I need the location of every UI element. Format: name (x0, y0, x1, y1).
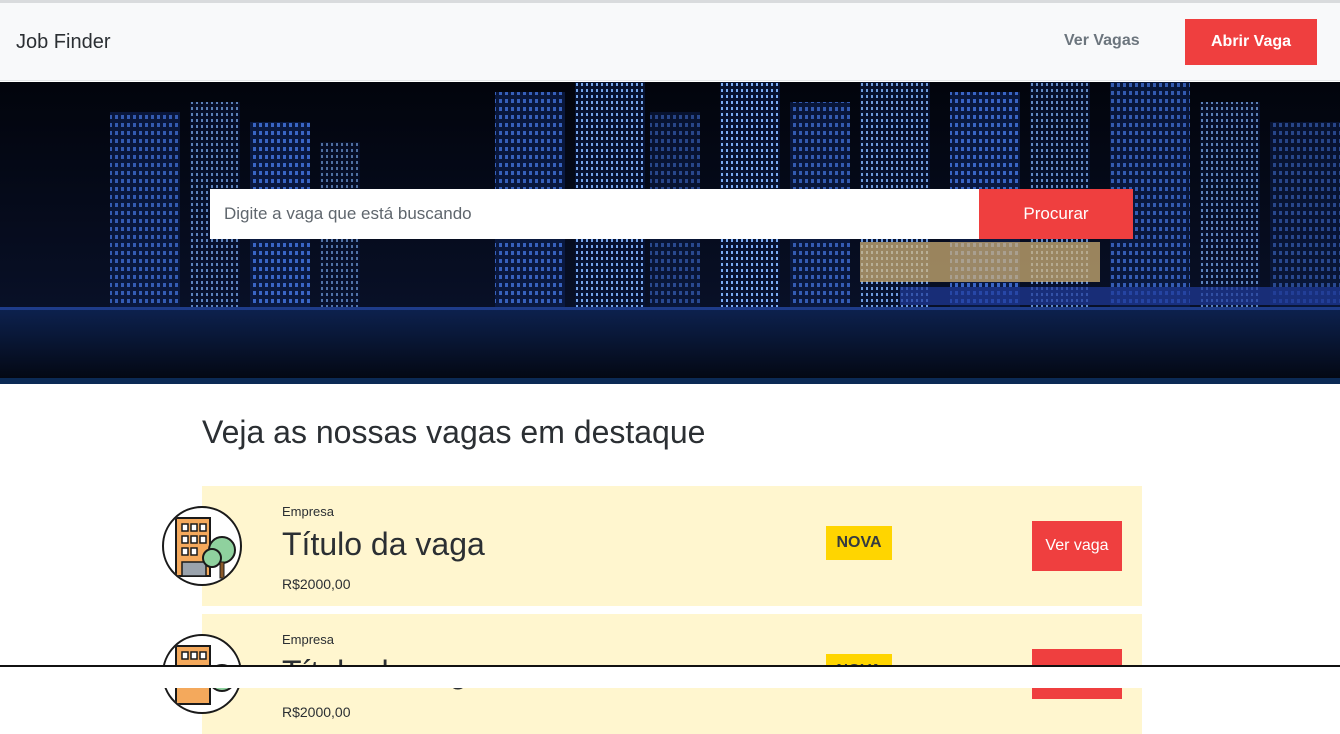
job-card: Empresa Título da vaga R$2000,00 NOVA Ve… (162, 486, 1142, 606)
job-search-input[interactable] (210, 189, 979, 239)
hero-bottom-bar (0, 378, 1340, 384)
navbar: Job Finder Ver Vagas Abrir Vaga (0, 3, 1340, 81)
job-title: Título da vaga (282, 526, 485, 562)
job-salary: R$2000,00 (282, 576, 351, 592)
featured-section-title: Veja as nossas vagas em destaque (202, 414, 706, 450)
brand-logo[interactable]: Job Finder (16, 31, 111, 54)
viewport-bottom-strip (0, 667, 1340, 688)
ver-vagas-link[interactable]: Ver Vagas (1064, 32, 1140, 50)
ver-vaga-button[interactable]: Ver vaga (1032, 521, 1122, 571)
abrir-vaga-button[interactable]: Abrir Vaga (1185, 19, 1317, 65)
building-with-trees-icon (162, 506, 242, 586)
job-company: Empresa (282, 504, 335, 519)
new-badge: NOVA (826, 526, 892, 560)
job-company: Empresa (282, 632, 335, 647)
search-button[interactable]: Procurar (979, 189, 1133, 239)
job-salary: R$2000,00 (282, 704, 351, 720)
